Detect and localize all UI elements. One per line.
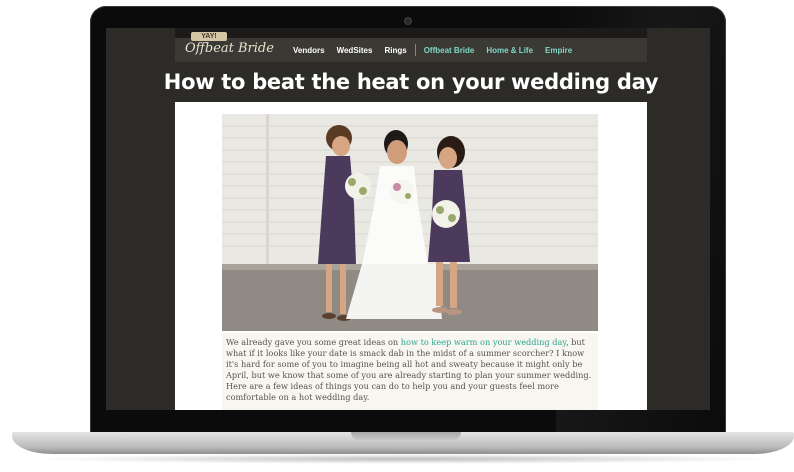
webcam-icon [404, 17, 412, 25]
keep-warm-link[interactable]: how to keep warm on your wedding day [401, 337, 566, 347]
laptop-notch [351, 432, 461, 440]
website: YAY! Offbeat Bride Vendors WedSites Ring… [164, 28, 659, 410]
article-excerpt: We already gave you some great ideas on … [222, 333, 598, 410]
article-paragraph: We already gave you some great ideas on … [222, 333, 598, 404]
main-nav: YAY! Offbeat Bride Vendors WedSites Ring… [175, 32, 647, 62]
wedding-photo[interactable] [222, 114, 598, 331]
logo-badge: YAY! [191, 32, 227, 41]
paragraph-text-start: We already gave you some great ideas on [226, 337, 401, 347]
nav-item-empire[interactable]: Empire [545, 46, 572, 55]
offbeat-bride-logo[interactable]: YAY! Offbeat Bride [181, 30, 274, 60]
nav-divider [414, 44, 416, 56]
content-area: We already gave you some great ideas on … [175, 102, 647, 410]
logo-text: Offbeat Bride [185, 41, 274, 56]
nav-item-offbeat-bride[interactable]: Offbeat Bride [424, 46, 475, 55]
laptop-screen: YAY! Offbeat Bride Vendors WedSites Ring… [106, 28, 710, 410]
nav-item-wedsites[interactable]: WedSites [337, 46, 373, 55]
laptop-shadow [30, 454, 780, 464]
nav-items: Vendors WedSites Rings Offbeat Bride Hom… [293, 38, 584, 62]
title-bar: How to beat the heat on your wedding day [164, 62, 659, 102]
page-title: How to beat the heat on your wedding day [163, 70, 659, 94]
bride-and-bridesmaids-image [222, 114, 598, 331]
nav-item-vendors[interactable]: Vendors [293, 46, 325, 55]
nav-item-rings[interactable]: Rings [384, 46, 406, 55]
nav-item-home-life[interactable]: Home & Life [486, 46, 533, 55]
